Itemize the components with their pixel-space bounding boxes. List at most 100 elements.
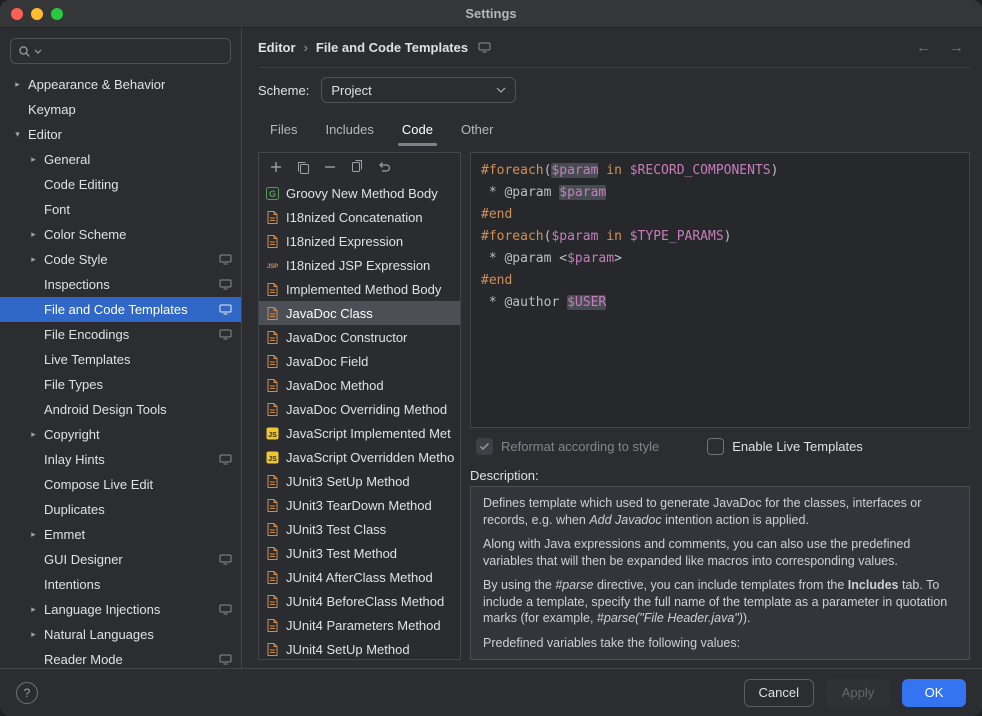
sidebar-item-code-editing[interactable]: Code Editing <box>0 172 241 197</box>
revert-icon[interactable] <box>375 158 393 176</box>
sidebar-item-code-style[interactable]: ▸Code Style <box>0 247 241 272</box>
close-button[interactable] <box>11 8 23 20</box>
content-header: Editor › File and Code Templates ← → <box>258 28 970 68</box>
template-item-junit4-afterclass-method[interactable]: JUnit4 AfterClass Method <box>259 565 460 589</box>
code-line: #foreach($param in $RECORD_COMPONENTS) <box>481 160 959 182</box>
template-item-javascript-implemented-met[interactable]: JSJavaScript Implemented Met <box>259 421 460 445</box>
template-item-label: JavaDoc Constructor <box>286 330 407 345</box>
sidebar-item-duplicates[interactable]: Duplicates <box>0 497 241 522</box>
sidebar-item-emmet[interactable]: ▸Emmet <box>0 522 241 547</box>
ide-settings-icon <box>219 304 232 315</box>
ide-settings-icon <box>219 279 232 290</box>
chevron-right-icon[interactable]: ▸ <box>26 630 41 639</box>
remove-icon[interactable] <box>321 158 339 176</box>
sidebar-item-appearance-behavior[interactable]: ▸Appearance & Behavior <box>0 72 241 97</box>
sidebar-item-label: Reader Mode <box>44 652 123 667</box>
sidebar-item-natural-languages[interactable]: ▸Natural Languages <box>0 622 241 647</box>
apply-button[interactable]: Apply <box>826 679 890 707</box>
search-input[interactable] <box>45 44 223 59</box>
template-item-i18nized-expression[interactable]: I18nized Expression <box>259 229 460 253</box>
enable-live-templates-checkbox[interactable]: Enable Live Templates <box>707 438 863 455</box>
sidebar-item-general[interactable]: ▸General <box>0 147 241 172</box>
sidebar-item-font[interactable]: Font <box>0 197 241 222</box>
add-icon[interactable] <box>267 158 285 176</box>
zoom-button[interactable] <box>51 8 63 20</box>
tab-includes[interactable]: Includes <box>313 112 385 146</box>
settings-search[interactable] <box>10 38 231 64</box>
forward-arrow-icon[interactable]: → <box>949 39 964 56</box>
breadcrumb-editor[interactable]: Editor <box>258 40 296 55</box>
description-paragraph: Predefined variables take the following … <box>483 635 957 652</box>
chevron-right-icon[interactable]: ▸ <box>26 155 41 164</box>
back-arrow-icon[interactable]: ← <box>916 39 931 56</box>
template-item-i18nized-concatenation[interactable]: I18nized Concatenation <box>259 205 460 229</box>
chevron-right-icon[interactable]: ▸ <box>26 255 41 264</box>
scheme-select[interactable]: Project <box>321 77 516 103</box>
template-file-icon <box>265 546 280 561</box>
template-item-label: Implemented Method Body <box>286 282 441 297</box>
tab-code[interactable]: Code <box>390 112 445 146</box>
sidebar-item-gui-designer[interactable]: GUI Designer <box>0 547 241 572</box>
minimize-button[interactable] <box>31 8 43 20</box>
sidebar-item-editor[interactable]: ▾Editor <box>0 122 241 147</box>
ok-button[interactable]: OK <box>902 679 966 707</box>
settings-tree: ▸Appearance & BehaviorKeymap▾Editor▸Gene… <box>0 72 241 668</box>
template-item-junit4-beforeclass-method[interactable]: JUnit4 BeforeClass Method <box>259 589 460 613</box>
svg-text:G: G <box>269 189 276 199</box>
sidebar-item-color-scheme[interactable]: ▸Color Scheme <box>0 222 241 247</box>
cancel-button[interactable]: Cancel <box>744 679 814 707</box>
sidebar-item-inspections[interactable]: Inspections <box>0 272 241 297</box>
template-item-javadoc-constructor[interactable]: JavaDoc Constructor <box>259 325 460 349</box>
description-panel[interactable]: Defines template which used to generate … <box>470 486 970 660</box>
javascript-file-icon: JS <box>265 450 280 465</box>
description-label: Description: <box>470 464 970 486</box>
chevron-down-icon[interactable]: ▾ <box>10 130 25 139</box>
sidebar-item-label: Color Scheme <box>44 227 126 242</box>
sidebar-item-android-design-tools[interactable]: Android Design Tools <box>0 397 241 422</box>
template-item-junit3-test-method[interactable]: JUnit3 Test Method <box>259 541 460 565</box>
template-item-javascript-overridden-metho[interactable]: JSJavaScript Overridden Metho <box>259 445 460 469</box>
chevron-right-icon[interactable]: ▸ <box>26 530 41 539</box>
template-item-i18nized-jsp-expression[interactable]: JSPI18nized JSP Expression <box>259 253 460 277</box>
template-item-junit4-parameters-method[interactable]: JUnit4 Parameters Method <box>259 613 460 637</box>
reformat-checkbox[interactable]: Reformat according to style <box>476 438 659 455</box>
sidebar-item-copyright[interactable]: ▸Copyright <box>0 422 241 447</box>
template-file-icon <box>265 522 280 537</box>
sidebar-item-inlay-hints[interactable]: Inlay Hints <box>0 447 241 472</box>
template-item-javadoc-class[interactable]: JavaDoc Class <box>259 301 460 325</box>
chevron-right-icon[interactable]: ▸ <box>26 430 41 439</box>
template-item-javadoc-field[interactable]: JavaDoc Field <box>259 349 460 373</box>
template-item-junit4-setup-method[interactable]: JUnit4 SetUp Method <box>259 637 460 659</box>
template-item-label: JUnit3 TearDown Method <box>286 498 432 513</box>
sidebar-item-keymap[interactable]: Keymap <box>0 97 241 122</box>
chevron-right-icon[interactable]: ▸ <box>26 230 41 239</box>
sidebar-item-intentions[interactable]: Intentions <box>0 572 241 597</box>
sidebar-item-reader-mode[interactable]: Reader Mode <box>0 647 241 668</box>
settings-content: Editor › File and Code Templates ← → Sch… <box>242 28 982 668</box>
chevron-right-icon[interactable]: ▸ <box>26 605 41 614</box>
template-item-implemented-method-body[interactable]: Implemented Method Body <box>259 277 460 301</box>
template-item-groovy-new-method-body[interactable]: GGroovy New Method Body <box>259 181 460 205</box>
template-item-label: JavaScript Implemented Met <box>286 426 451 441</box>
sidebar-item-file-encodings[interactable]: File Encodings <box>0 322 241 347</box>
template-item-junit3-setup-method[interactable]: JUnit3 SetUp Method <box>259 469 460 493</box>
template-item-label: JUnit3 SetUp Method <box>286 474 410 489</box>
sidebar-item-language-injections[interactable]: ▸Language Injections <box>0 597 241 622</box>
template-item-junit3-teardown-method[interactable]: JUnit3 TearDown Method <box>259 493 460 517</box>
template-item-javadoc-method[interactable]: JavaDoc Method <box>259 373 460 397</box>
chevron-right-icon[interactable]: ▸ <box>10 80 25 89</box>
sidebar-item-file-types[interactable]: File Types <box>0 372 241 397</box>
template-item-javadoc-overriding-method[interactable]: JavaDoc Overriding Method <box>259 397 460 421</box>
help-button[interactable]: ? <box>16 682 38 704</box>
duplicate-icon[interactable] <box>348 158 366 176</box>
sidebar-item-file-and-code-templates[interactable]: File and Code Templates <box>0 297 241 322</box>
tab-files[interactable]: Files <box>258 112 309 146</box>
tab-other[interactable]: Other <box>449 112 506 146</box>
copy-icon[interactable] <box>294 158 312 176</box>
template-item-junit3-test-class[interactable]: JUnit3 Test Class <box>259 517 460 541</box>
sidebar-item-compose-live-edit[interactable]: Compose Live Edit <box>0 472 241 497</box>
reformat-label: Reformat according to style <box>501 439 659 454</box>
sidebar-item-live-templates[interactable]: Live Templates <box>0 347 241 372</box>
search-history-chevron-icon[interactable] <box>34 49 42 54</box>
template-editor[interactable]: #foreach($param in $RECORD_COMPONENTS) *… <box>470 152 970 428</box>
